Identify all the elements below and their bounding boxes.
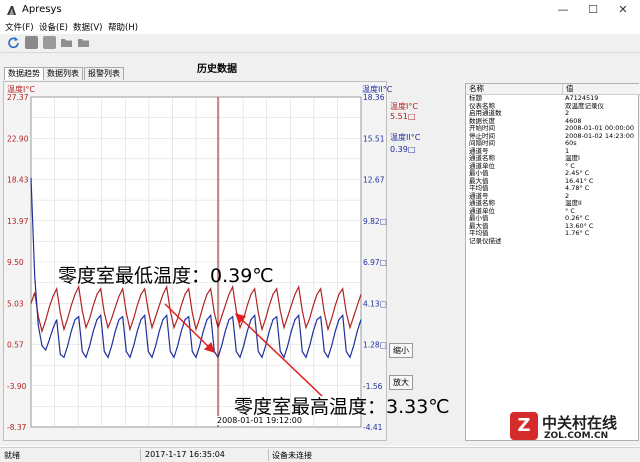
- status-connection: 设备未连接: [272, 451, 312, 460]
- property-row[interactable]: 通道单位 ° C: [466, 162, 638, 171]
- property-value: 双温度记录仪: [565, 101, 604, 110]
- arrow-max: [234, 312, 323, 397]
- status-divider: [140, 449, 141, 461]
- min-temp-callout: 零度室最低温度：0.39℃: [58, 265, 274, 287]
- property-name: 记录仪描述: [469, 236, 502, 245]
- property-row[interactable]: 最小值 0.26° C: [466, 214, 638, 223]
- property-row[interactable]: 最小值 2.45° C: [466, 169, 638, 178]
- status-ready: 就绪: [4, 451, 20, 460]
- watermark-text: 中关村在线: [542, 414, 618, 432]
- watermark-logo-icon: Z: [510, 412, 538, 440]
- status-bar: 就绪 2017-1-17 16:35:04 设备未连接: [0, 447, 640, 462]
- arrow-min: [164, 303, 216, 354]
- status-time: 2017-1-17 16:35:04: [145, 450, 225, 459]
- property-value: 1.76° C: [565, 229, 590, 237]
- property-row[interactable]: 最大值 13.60° C: [466, 222, 638, 231]
- status-divider: [268, 449, 269, 461]
- property-row[interactable]: 记录仪描述: [466, 236, 638, 246]
- properties-panel: 名称 值 标题 A7124519 仪表名称 双温度记录仪 启用通道数 2 数据长度 4608 开…: [465, 83, 640, 441]
- property-row[interactable]: 间隔时间 60s: [466, 139, 638, 148]
- max-temp-callout: 零度室最高温度：3.33℃: [234, 396, 450, 418]
- property-row[interactable]: 通道单位 ° C: [466, 207, 638, 216]
- property-row[interactable]: 平均值 4.78° C: [466, 184, 638, 193]
- watermark-url: ZOL.COM.CN: [544, 431, 609, 441]
- property-row[interactable]: 最大值 16.41° C: [466, 177, 638, 186]
